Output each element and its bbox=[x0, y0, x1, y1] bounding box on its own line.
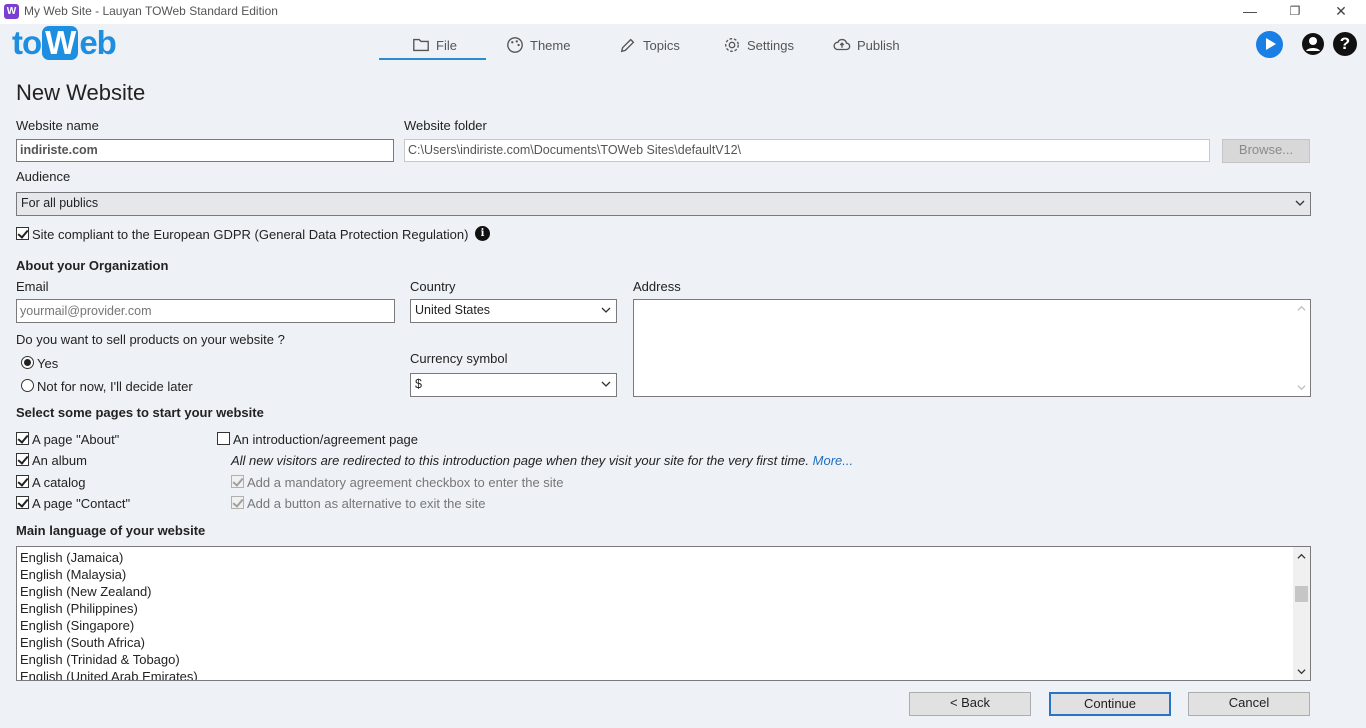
info-icon[interactable]: i bbox=[475, 226, 490, 241]
list-item[interactable]: English (Trinidad & Tobago) bbox=[20, 652, 180, 667]
tab-publish[interactable]: Publish bbox=[833, 30, 900, 60]
website-folder-input[interactable]: C:\Users\indiriste.com\Documents\TOWeb S… bbox=[404, 139, 1210, 162]
back-button[interactable]: < Back bbox=[909, 692, 1031, 716]
website-folder-label: Website folder bbox=[404, 118, 487, 133]
pages-heading: Select some pages to start your website bbox=[16, 405, 264, 420]
toweb-logo: to Web bbox=[12, 24, 117, 61]
page-contact-label: A page "Contact" bbox=[32, 496, 131, 511]
active-tab-indicator bbox=[379, 58, 486, 60]
language-list[interactable]: English (Jamaica) English (Malaysia) Eng… bbox=[16, 546, 1311, 681]
sell-yes-label: Yes bbox=[37, 356, 59, 371]
tab-theme[interactable]: Theme bbox=[506, 30, 570, 60]
list-item[interactable]: English (New Zealand) bbox=[20, 584, 152, 599]
continue-button[interactable]: Continue bbox=[1049, 692, 1171, 716]
cloud-upload-icon bbox=[833, 38, 851, 51]
tab-topics[interactable]: Topics bbox=[619, 30, 680, 60]
audience-label: Audience bbox=[16, 169, 71, 184]
minimize-button[interactable]: — bbox=[1227, 0, 1273, 24]
exit-button-label: Add a button as alternative to exit the … bbox=[247, 496, 486, 511]
page-catalog-label: A catalog bbox=[32, 475, 86, 490]
help-icon[interactable]: ? bbox=[1333, 32, 1357, 56]
sell-yes-radio[interactable] bbox=[21, 356, 34, 369]
exit-button-checkbox[interactable] bbox=[231, 496, 244, 509]
sell-no-radio[interactable] bbox=[21, 379, 34, 392]
language-scrollbar[interactable] bbox=[1293, 547, 1310, 680]
currency-select[interactable]: $ bbox=[410, 373, 617, 397]
gdpr-label: Site compliant to the European GDPR (Gen… bbox=[32, 227, 469, 242]
country-select[interactable]: United States bbox=[410, 299, 617, 323]
list-item[interactable]: English (South Africa) bbox=[20, 635, 145, 650]
preview-play-button[interactable] bbox=[1256, 31, 1283, 58]
window-title: My Web Site - Lauyan TOWeb Standard Edit… bbox=[24, 4, 278, 18]
folder-icon bbox=[413, 38, 429, 52]
tab-file[interactable]: File bbox=[412, 30, 457, 60]
restore-button[interactable]: ❐ bbox=[1272, 0, 1318, 24]
list-item[interactable]: English (Malaysia) bbox=[20, 567, 126, 582]
page-about-label: A page "About" bbox=[32, 432, 120, 447]
account-icon[interactable] bbox=[1301, 32, 1325, 56]
chevron-down-icon bbox=[601, 307, 611, 313]
email-input[interactable] bbox=[16, 299, 395, 323]
intro-page-label: An introduction/agreement page bbox=[233, 432, 419, 447]
palette-icon bbox=[507, 37, 523, 53]
list-item[interactable]: English (Singapore) bbox=[20, 618, 134, 633]
country-label: Country bbox=[410, 279, 456, 294]
currency-label: Currency symbol bbox=[410, 351, 508, 366]
language-heading: Main language of your website bbox=[16, 523, 206, 538]
org-heading: About your Organization bbox=[16, 258, 169, 273]
list-item[interactable]: English (Jamaica) bbox=[20, 550, 123, 565]
tab-settings[interactable]: Settings bbox=[723, 30, 794, 60]
address-label: Address bbox=[633, 279, 681, 294]
agreement-label: Add a mandatory agreement checkbox to en… bbox=[247, 475, 564, 490]
app-icon: W bbox=[4, 4, 19, 19]
page-album-label: An album bbox=[32, 453, 87, 468]
sell-no-label: Not for now, I'll decide later bbox=[37, 379, 193, 394]
scroll-thumb[interactable] bbox=[1295, 586, 1308, 602]
scroll-up-icon[interactable] bbox=[1297, 304, 1306, 313]
address-scrollbar[interactable] bbox=[1293, 300, 1310, 396]
scroll-down-icon[interactable] bbox=[1297, 383, 1306, 392]
page-about-checkbox[interactable] bbox=[16, 432, 29, 445]
browse-button[interactable]: Browse... bbox=[1222, 139, 1310, 163]
sell-question: Do you want to sell products on your web… bbox=[16, 332, 285, 347]
more-link[interactable]: More... bbox=[813, 453, 853, 468]
cancel-button[interactable]: Cancel bbox=[1188, 692, 1310, 716]
scroll-down-icon[interactable] bbox=[1297, 667, 1306, 676]
page-contact-checkbox[interactable] bbox=[16, 496, 29, 509]
gear-icon bbox=[725, 38, 739, 52]
email-label: Email bbox=[16, 279, 49, 294]
audience-select[interactable]: For all publics bbox=[16, 192, 1311, 216]
address-textarea[interactable] bbox=[633, 299, 1311, 397]
pencil-icon bbox=[620, 38, 635, 53]
scroll-up-icon[interactable] bbox=[1297, 552, 1306, 561]
chevron-down-icon bbox=[1295, 200, 1305, 206]
intro-note: All new visitors are redirected to this … bbox=[231, 453, 854, 468]
website-name-input[interactable]: indiriste.com bbox=[16, 139, 394, 162]
agreement-checkbox[interactable] bbox=[231, 475, 244, 488]
chevron-down-icon bbox=[601, 381, 611, 387]
close-button[interactable]: ✕ bbox=[1318, 0, 1364, 24]
website-name-label: Website name bbox=[16, 118, 99, 133]
list-item[interactable]: English (Philippines) bbox=[20, 601, 138, 616]
list-item[interactable]: English (United Arab Emirates) bbox=[20, 669, 198, 680]
intro-page-checkbox[interactable] bbox=[217, 432, 230, 445]
gdpr-checkbox[interactable] bbox=[16, 227, 29, 240]
page-title: New Website bbox=[16, 80, 146, 105]
page-album-checkbox[interactable] bbox=[16, 453, 29, 466]
page-catalog-checkbox[interactable] bbox=[16, 475, 29, 488]
